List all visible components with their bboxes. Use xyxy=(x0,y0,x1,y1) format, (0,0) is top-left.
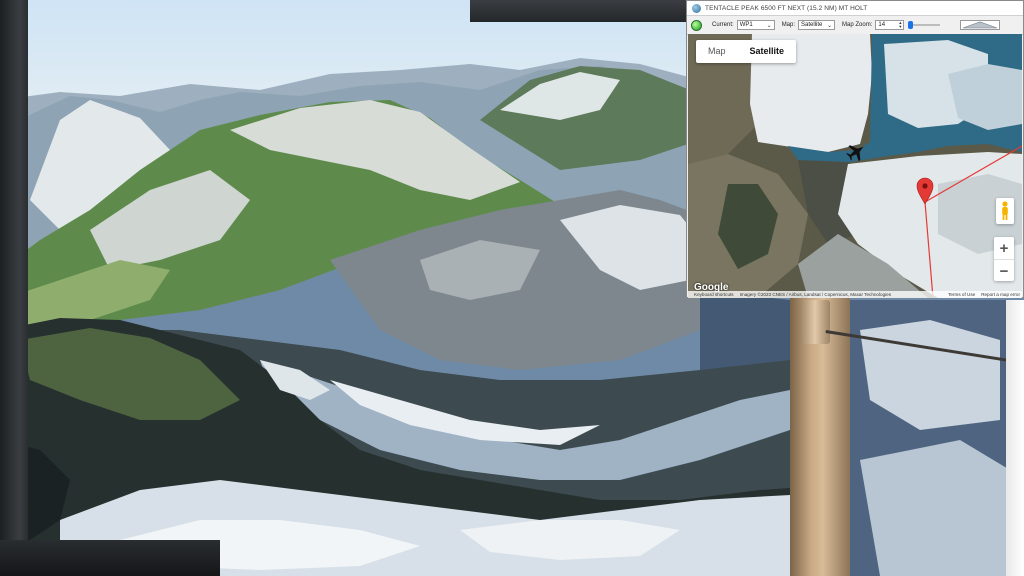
chevron-down-icon: ⌄ xyxy=(827,22,833,29)
map-tool-window: TENTACLE PEAK 6500 FT NEXT (15.2 NM) MT … xyxy=(686,0,1024,298)
current-waypoint-select[interactable]: WP1 ⌄ xyxy=(736,20,775,30)
terms-of-use-link[interactable]: Terms of Use xyxy=(948,292,975,297)
report-map-error-link[interactable]: Report a map error xyxy=(981,292,1020,297)
satellite-map[interactable]: Map Satellite + − Google Keyboard shortc… xyxy=(688,34,1022,298)
map-type-select[interactable]: Satellite ⌄ xyxy=(798,20,836,30)
route-line xyxy=(924,201,934,298)
current-waypoint-label: Current: xyxy=(712,22,734,28)
globe-icon xyxy=(692,3,701,13)
aircraft-position-icon xyxy=(846,145,864,162)
waypoint-marker-icon[interactable] xyxy=(916,177,934,205)
route-overlay xyxy=(846,145,1022,298)
window-frame-left xyxy=(0,0,28,576)
zoom-out-button[interactable]: − xyxy=(994,260,1014,282)
map-zoom-slider[interactable] xyxy=(908,20,941,30)
map-type-satellite-button[interactable]: Satellite xyxy=(738,40,797,63)
map-toolbar: Current: WP1 ⌄ Map: Satellite ⌄ Map Zoom… xyxy=(687,16,1023,35)
pegman-figure xyxy=(1002,201,1008,220)
title-bar[interactable]: TENTACLE PEAK 6500 FT NEXT (15.2 NM) MT … xyxy=(687,1,1023,16)
route-line xyxy=(924,145,1022,203)
map-zoom-control: + − xyxy=(994,237,1014,281)
map-type-map-button[interactable]: Map xyxy=(696,40,738,63)
map-zoom-value: 14 xyxy=(878,22,886,28)
slider-track xyxy=(908,24,941,26)
zoom-in-button[interactable]: + xyxy=(994,237,1014,260)
keyboard-shortcuts-link[interactable]: Keyboard shortcuts xyxy=(694,292,734,297)
slider-thumb[interactable] xyxy=(908,21,914,29)
map-type-control: Map Satellite xyxy=(696,40,797,63)
window-frame-bottom xyxy=(0,540,220,576)
strut-fitting xyxy=(800,300,830,344)
chevron-down-icon: ⌄ xyxy=(766,22,772,29)
window-title: TENTACLE PEAK 6500 FT NEXT (15.2 NM) MT … xyxy=(705,4,868,12)
street-view-pegman-icon[interactable] xyxy=(996,198,1014,224)
current-waypoint-value: WP1 xyxy=(739,22,753,28)
connection-status-indicator xyxy=(691,19,702,31)
cockpit-pillar xyxy=(1006,300,1024,576)
imagery-credit: Imagery ©2023 CNES / Airbus, Landsat / C… xyxy=(739,292,891,297)
map-zoom-label: Map Zoom: xyxy=(842,22,873,28)
mountain-profile-icon[interactable] xyxy=(960,20,1001,30)
map-type-label: Map: xyxy=(781,22,796,28)
map-type-value: Satellite xyxy=(801,22,823,28)
map-zoom-spinner[interactable]: 14 ▲ ▼ xyxy=(875,20,905,30)
map-attribution-bar: Keyboard shortcuts Imagery ©2023 CNES / … xyxy=(688,291,1022,298)
spinner-arrows-icon[interactable]: ▲ ▼ xyxy=(898,21,902,29)
